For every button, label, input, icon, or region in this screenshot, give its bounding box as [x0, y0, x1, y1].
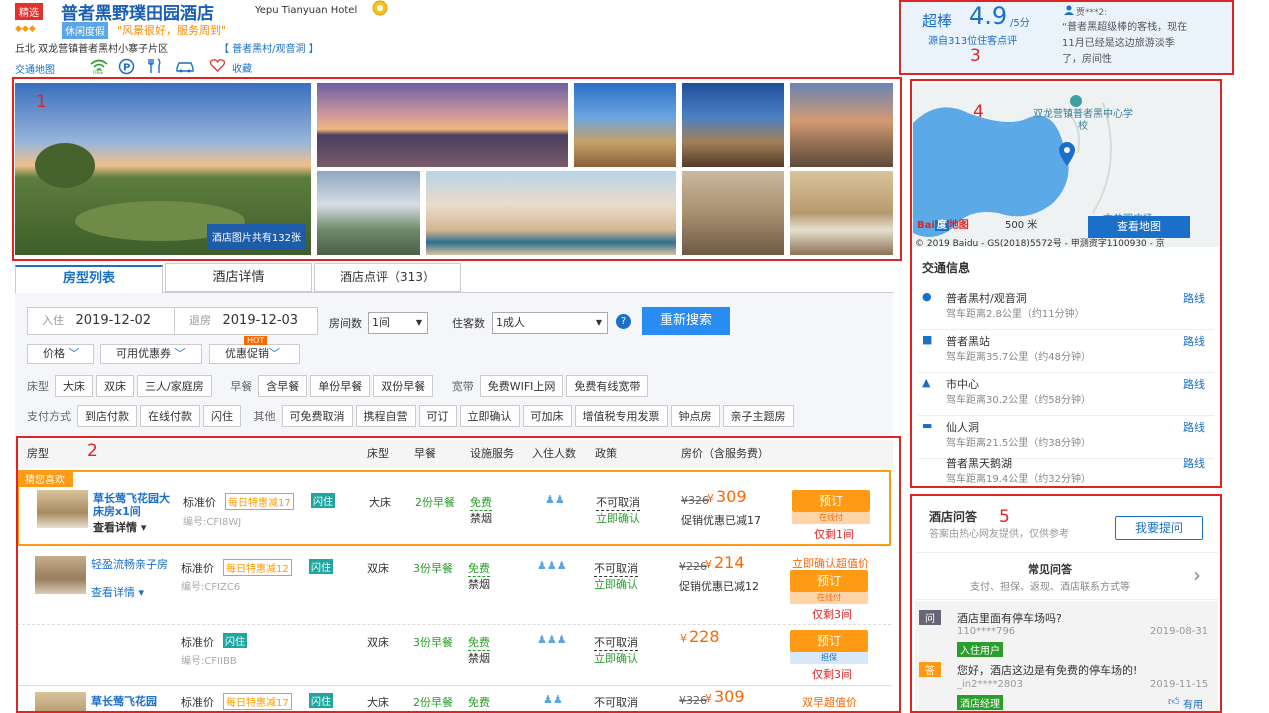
help-icon[interactable]: ?	[616, 314, 631, 329]
car-icon	[175, 59, 195, 76]
wifi-icon: FREE	[89, 58, 109, 77]
svg-text:FREE: FREE	[93, 70, 104, 74]
annotation-number-2: 2	[87, 441, 98, 461]
hot-badge: HOT	[244, 336, 268, 345]
rooms-select[interactable]: 1间 ▼	[368, 312, 428, 334]
annotation-number-1: 1	[36, 92, 47, 112]
pay-filter-row: 支付方式 到店付款 在线付款 闪住 其他 可免费取消 携程自营 可订 立即确认 可加床 增值税专用…	[27, 405, 797, 427]
price-label: 价格	[43, 347, 65, 360]
holiday-tag: 休闲度假	[62, 22, 108, 39]
tab-rooms[interactable]: 房型列表	[15, 265, 163, 294]
promo-dropdown[interactable]: 优惠促销﹀	[209, 344, 300, 364]
guests-value: 1成人	[496, 316, 525, 329]
annotation-box-1	[12, 77, 902, 261]
annotation-box-4	[910, 79, 1222, 488]
checkin-field[interactable]: 入住 2019-12-02	[27, 307, 181, 335]
filter-wired[interactable]: 免费有线宽带	[566, 375, 649, 397]
checkin-label: 入住	[42, 314, 64, 327]
chevron-down-icon: ▼	[415, 318, 422, 327]
research-button[interactable]: 重新搜索	[642, 307, 730, 335]
bed-filter-label: 床型	[27, 380, 49, 393]
filter-breakfast-double[interactable]: 双份早餐	[373, 375, 434, 397]
hotel-header: 精选 普者黑野璞田园酒店 Yepu Tianyuan Hotel ◆◆◆ 休闲度…	[15, 0, 895, 78]
chevron-down-icon: ▼	[595, 318, 602, 327]
hotel-name-en: Yepu Tianyuan Hotel	[255, 5, 358, 16]
hotel-address: 丘北 双龙营镇普者黑村小寨子片区	[15, 44, 169, 55]
tab-bar: 房型列表 酒店详情 酒店点评（313）	[15, 263, 893, 294]
chevron-down-icon: ﹀	[174, 347, 186, 360]
favorite-link[interactable]: 收藏	[232, 60, 252, 75]
svg-text:P: P	[123, 63, 130, 74]
annotation-box-3	[899, 0, 1234, 75]
chevron-down-icon: ﹀	[269, 347, 280, 360]
annotation-number-5: 5	[999, 507, 1010, 527]
filter-bed-king[interactable]: 大床	[55, 375, 93, 397]
annotation-box-5	[910, 494, 1222, 713]
filter-ctrip-own[interactable]: 携程自营	[355, 405, 416, 427]
filter-wifi[interactable]: 免费WIFI上网	[479, 375, 564, 397]
rooms-value: 1间	[372, 316, 390, 329]
restaurant-icon	[148, 58, 162, 77]
filter-flash[interactable]: 闪住	[203, 405, 241, 427]
traffic-map-link[interactable]: 交通地图	[15, 61, 55, 76]
diamond-rating-icon: ◆◆◆	[15, 24, 36, 34]
annotation-number-4: 4	[973, 102, 984, 122]
hotel-area-link[interactable]: 【 普者黑村/观音洞 】	[219, 40, 319, 55]
checkout-field[interactable]: 退房 2019-12-03	[174, 307, 318, 335]
chevron-down-icon: ﹀	[68, 347, 80, 360]
medal-icon	[371, 0, 389, 19]
filter-pay-hotel[interactable]: 到店付款	[77, 405, 137, 427]
other-filter-label: 其他	[253, 410, 276, 423]
filter-family-theme[interactable]: 亲子主题房	[722, 405, 794, 427]
broadband-filter-label: 宽带	[451, 380, 474, 393]
tab-details[interactable]: 酒店详情	[165, 263, 312, 292]
filter-bed-family[interactable]: 三人/家庭房	[137, 375, 212, 397]
promo-label: 优惠促销	[225, 347, 269, 360]
checkin-value: 2019-12-02	[75, 313, 152, 328]
annotation-number-3: 3	[970, 46, 981, 66]
guests-label: 住客数	[452, 317, 485, 330]
filter-extra-bed[interactable]: 可加床	[522, 405, 572, 427]
coupon-dropdown[interactable]: 可用优惠券 ﹀	[100, 344, 202, 364]
select-badge: 精选	[15, 3, 43, 20]
price-dropdown[interactable]: 价格 ﹀	[27, 344, 94, 364]
filter-vat-invoice[interactable]: 增值税专用发票	[574, 405, 668, 427]
rooms-label: 房间数	[329, 317, 362, 330]
parking-icon: P	[118, 58, 135, 78]
filter-bed-twin[interactable]: 双床	[96, 375, 134, 397]
filter-bookable[interactable]: 可订	[418, 405, 457, 427]
breakfast-filter-label: 早餐	[230, 380, 253, 393]
filter-breakfast-incl[interactable]: 含早餐	[258, 375, 308, 397]
annotation-box-2	[16, 436, 901, 713]
filter-hourly[interactable]: 钟点房	[670, 405, 720, 427]
filter-instant-confirm[interactable]: 立即确认	[459, 405, 520, 427]
checkout-value: 2019-12-03	[222, 313, 299, 328]
tab-reviews[interactable]: 酒店点评（313）	[314, 263, 461, 292]
filter-free-cancel[interactable]: 可免费取消	[281, 405, 353, 427]
checkout-label: 退房	[189, 314, 211, 327]
hotel-name: 普者黑野璞田园酒店	[61, 4, 214, 24]
pay-filter-label: 支付方式	[27, 410, 71, 423]
filter-pay-online[interactable]: 在线付款	[140, 405, 200, 427]
filter-breakfast-single[interactable]: 单份早餐	[310, 375, 371, 397]
bed-filter-row: 床型 大床 双床 三人/家庭房 早餐 含早餐 单份早餐 双份早餐 宽带 免费WIFI上网 免费有…	[27, 375, 651, 397]
coupon-label: 可用优惠券	[116, 347, 171, 360]
heart-icon[interactable]	[209, 59, 226, 75]
guests-select[interactable]: 1成人 ▼	[492, 312, 608, 334]
hotel-quote: "风景很好，服务周到"	[117, 24, 227, 37]
search-panel: 入住 2019-12-02 退房 2019-12-03 房间数 1间 ▼ 住客数 …	[15, 293, 893, 435]
